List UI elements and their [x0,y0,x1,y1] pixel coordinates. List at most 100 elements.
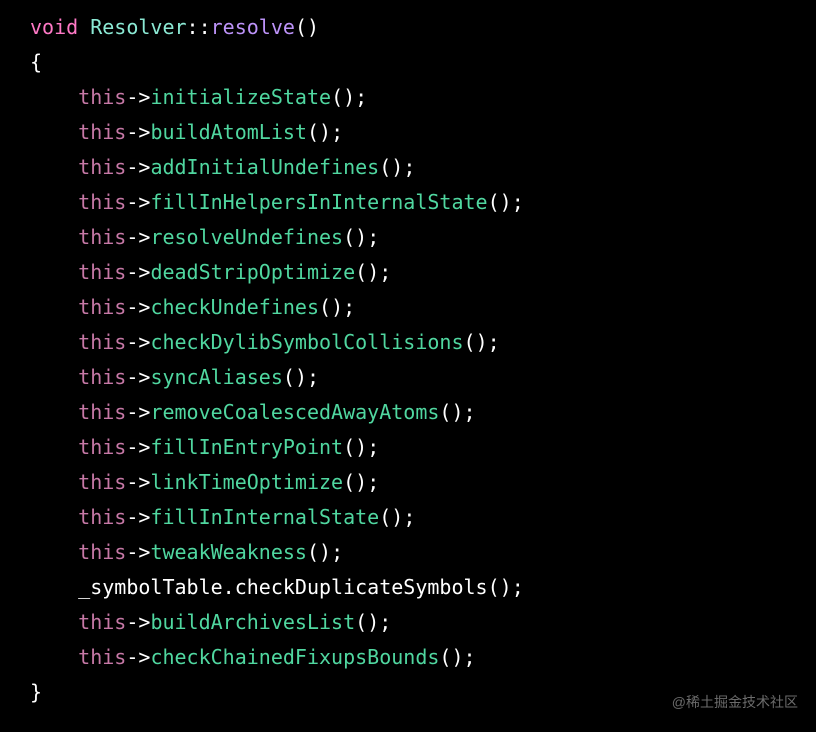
paren-close: ) [367,260,379,284]
this-keyword: this [78,435,126,459]
semicolon: ; [488,330,500,354]
semicolon: ; [379,610,391,634]
indent [30,330,78,354]
method-call: removeCoalescedAwayAtoms [150,400,439,424]
method-call: fillInHelpersInInternalState [150,190,487,214]
semicolon: ; [379,260,391,284]
semicolon: ; [367,435,379,459]
paren-close: ) [451,645,463,669]
paren-close: ) [367,610,379,634]
semicolon: ; [464,645,476,669]
method-call: linkTimeOptimize [150,470,343,494]
arrow-op: -> [126,365,150,389]
indent [30,470,78,494]
arrow-op: -> [126,400,150,424]
member-object: _symbolTable [78,575,223,599]
semicolon: ; [512,575,524,599]
method-call: checkChainedFixupsBounds [150,645,439,669]
arrow-op: -> [126,610,150,634]
arrow-op: -> [126,155,150,179]
this-keyword: this [78,610,126,634]
arrow-op: -> [126,470,150,494]
this-keyword: this [78,260,126,284]
paren-open: ( [355,260,367,284]
this-keyword: this [78,505,126,529]
paren-close: ) [476,330,488,354]
paren-close: ) [355,470,367,494]
paren-close: ) [355,435,367,459]
arrow-op: -> [126,85,150,109]
paren-close: ) [319,120,331,144]
this-keyword: this [78,120,126,144]
indent [30,610,78,634]
indent [30,540,78,564]
method-call: buildArchivesList [150,610,355,634]
paren-open: ( [331,85,343,109]
method-call: deadStripOptimize [150,260,355,284]
arrow-op: -> [126,540,150,564]
this-keyword: this [78,365,126,389]
arrow-op: -> [126,295,150,319]
indent [30,225,78,249]
semicolon: ; [367,225,379,249]
paren-close: ) [391,155,403,179]
paren-open: ( [283,365,295,389]
indent [30,85,78,109]
this-keyword: this [78,190,126,214]
indent [30,435,78,459]
semicolon: ; [403,505,415,529]
paren-close: ) [500,190,512,214]
arrow-op: -> [126,330,150,354]
member-method-call: checkDuplicateSymbols [235,575,488,599]
method-call: syncAliases [150,365,282,389]
this-keyword: this [78,400,126,424]
function-name: resolve [211,15,295,39]
paren-close: ) [319,540,331,564]
arrow-op: -> [126,505,150,529]
paren-close: ) [295,365,307,389]
watermark-text: @稀土掘金技术社区 [672,690,798,715]
paren-close: ) [500,575,512,599]
keyword-void: void [30,15,78,39]
paren-open: ( [488,190,500,214]
indent [30,260,78,284]
paren-open: ( [319,295,331,319]
indent [30,365,78,389]
paren-close: ) [307,15,319,39]
brace-open: { [30,50,42,74]
method-call: checkUndefines [150,295,319,319]
brace-close: } [30,680,42,704]
paren-open: ( [343,435,355,459]
paren-open: ( [488,575,500,599]
semicolon: ; [367,470,379,494]
semicolon: ; [403,155,415,179]
this-keyword: this [78,330,126,354]
indent [30,575,78,599]
method-call: fillInInternalState [150,505,379,529]
paren-close: ) [391,505,403,529]
paren-close: ) [331,295,343,319]
method-call: initializeState [150,85,331,109]
method-call: resolveUndefines [150,225,343,249]
arrow-op: -> [126,120,150,144]
paren-open: ( [439,400,451,424]
paren-open: ( [355,610,367,634]
scope-op: :: [187,15,211,39]
semicolon: ; [512,190,524,214]
paren-open: ( [379,505,391,529]
this-keyword: this [78,540,126,564]
this-keyword: this [78,470,126,494]
indent [30,645,78,669]
this-keyword: this [78,85,126,109]
indent [30,295,78,319]
semicolon: ; [331,120,343,144]
semicolon: ; [307,365,319,389]
method-call: tweakWeakness [150,540,307,564]
arrow-op: -> [126,645,150,669]
semicolon: ; [464,400,476,424]
arrow-op: -> [126,225,150,249]
indent [30,505,78,529]
dot-op: . [223,575,235,599]
paren-open: ( [295,15,307,39]
method-call: fillInEntryPoint [150,435,343,459]
